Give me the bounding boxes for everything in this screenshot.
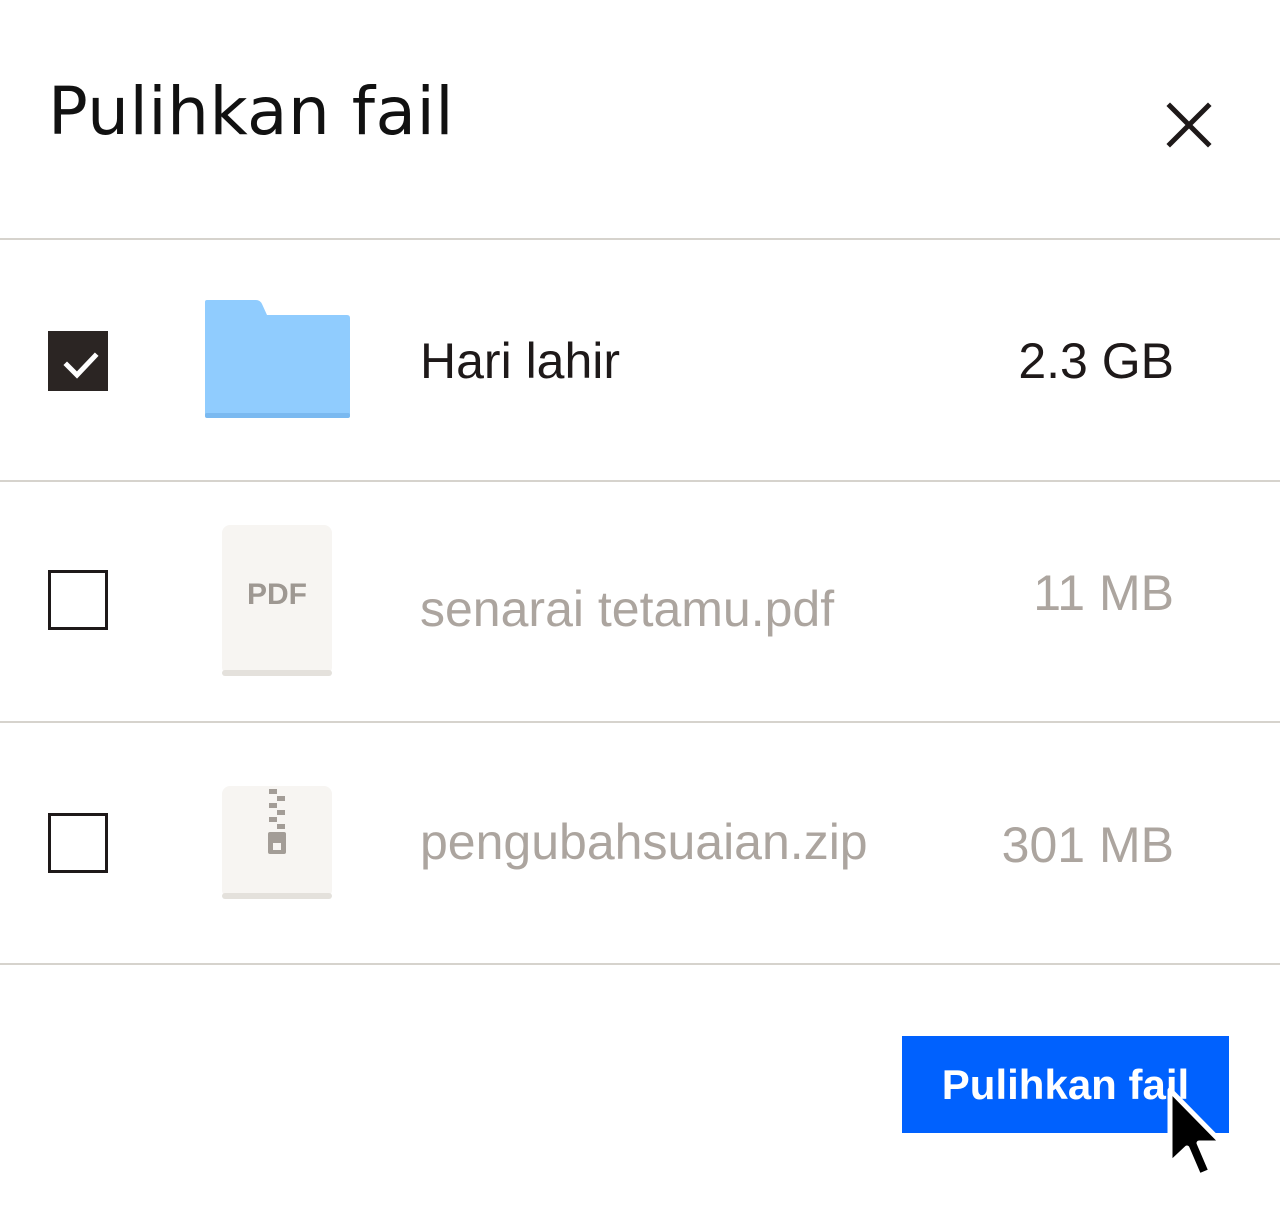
restore-files-button[interactable]: Pulihkan fail [902,1036,1229,1133]
folder-icon [205,300,350,418]
pdf-icon-label: PDF [247,578,307,611]
file-name: Hari lahir [420,333,621,389]
checkmark-icon [63,352,99,379]
file-row-pengubahsuaian[interactable]: pengubahsuaian.zip 301 MB [0,723,1280,963]
file-size: 11 MB [1033,565,1174,621]
file-checkbox[interactable] [48,570,108,630]
file-row-hari-lahir[interactable]: Hari lahir 2.3 GB [0,240,1280,480]
pdf-file-icon: PDF [221,524,333,678]
zip-file-icon [222,786,332,899]
restore-files-dialog: Pulihkan fail Hari lahir 2.3 GB PDF sena… [0,0,1280,1207]
dialog-title: Pulihkan fail [48,73,455,150]
file-name: senarai tetamu.pdf [420,581,835,637]
close-button[interactable] [1160,96,1218,154]
file-checkbox[interactable] [48,813,108,873]
file-size: 301 MB [1001,817,1174,873]
close-icon [1166,102,1212,148]
file-size: 2.3 GB [1018,333,1174,389]
file-checkbox[interactable] [48,331,108,391]
file-row-senarai-tetamu[interactable]: PDF senarai tetamu.pdf 11 MB [0,482,1280,722]
file-name: pengubahsuaian.zip [420,814,868,870]
divider [0,963,1280,965]
